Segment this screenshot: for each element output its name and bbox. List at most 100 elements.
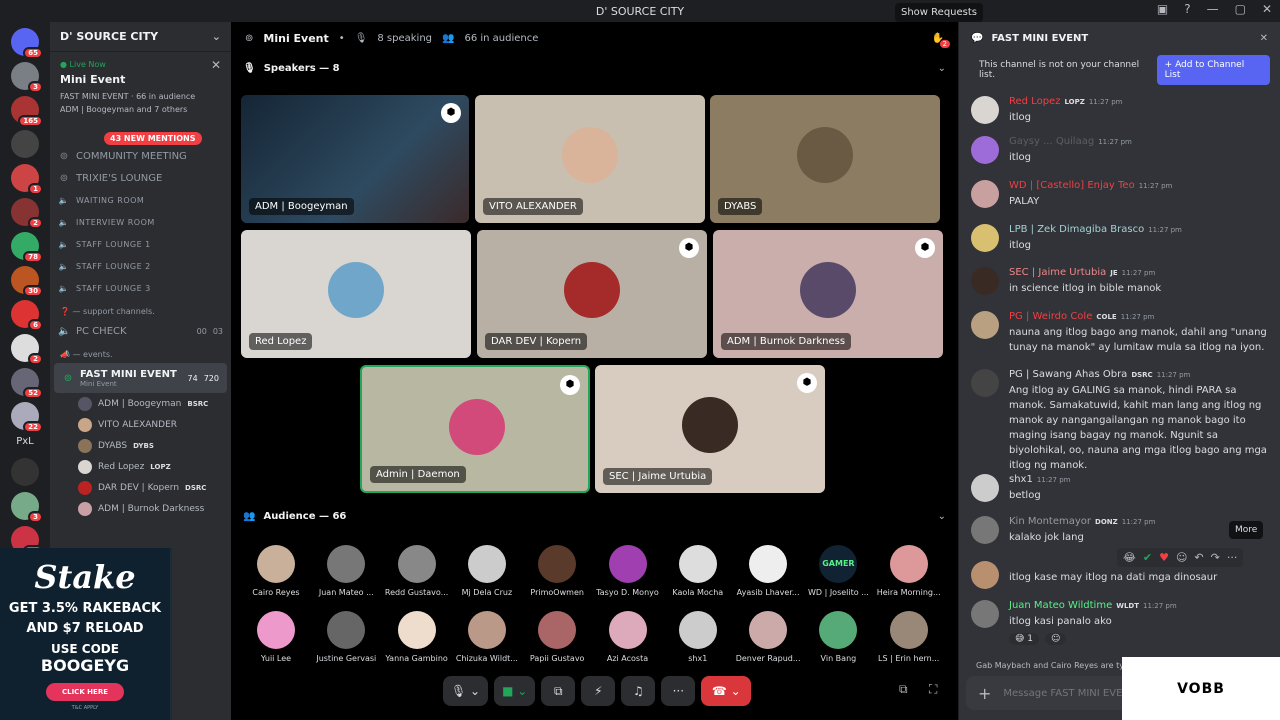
audience-member[interactable]: LS | Erin hern... (874, 611, 944, 663)
message-author[interactable]: SEC | Jaime Urtubia (1009, 267, 1106, 278)
raise-hand-icon[interactable]: ✋ 2 (932, 33, 950, 48)
message-author[interactable]: Red Lopez (1009, 96, 1060, 107)
microphone-button[interactable]: 🎙 ⌄ (443, 676, 489, 706)
voice-user[interactable]: DAR DEV | Kopern DSRC (50, 477, 231, 498)
message-author[interactable]: Gaysy ... Quilaag (1009, 136, 1094, 147)
speaker-tile[interactable]: ⬢ SEC | Jaime Urtubia (595, 365, 825, 493)
reply-icon[interactable]: ↶ (1194, 551, 1203, 564)
add-reaction-icon[interactable]: ☺ (1176, 551, 1187, 564)
chat-message[interactable]: Juan Mateo Wildtime WLDT 11:27 pm itlog kas… (971, 600, 1267, 645)
speaker-tile[interactable]: ⬢ ADM | Boogeyman (241, 95, 469, 223)
category-events[interactable]: 📣 — events. (50, 342, 231, 363)
voice-user[interactable]: Red Lopez LOPZ (50, 456, 231, 477)
channel-item[interactable]: 🔈 STAFF LOUNGE 2 (50, 255, 231, 277)
message-author[interactable]: WD | [Castello] Enjay Teo (1009, 180, 1135, 191)
audience-member[interactable]: GAMER WD | Joselito ... (803, 545, 873, 597)
voice-user[interactable]: ADM | Boogeyman BSRC (50, 393, 231, 414)
speakers-section-header[interactable]: 🎙 Speakers — 8 ⌄ (231, 54, 958, 82)
audience-member[interactable]: Heira Morning... (874, 545, 944, 597)
add-to-channel-list-button[interactable]: + Add to Channel List (1156, 55, 1270, 85)
leave-call-button[interactable]: ☎ ⌄ (701, 676, 752, 706)
audience-member[interactable]: Yuii Lee (241, 611, 311, 663)
camera-button[interactable]: ■ ⌄ (494, 676, 536, 706)
audience-member[interactable]: Yanna Gambino (382, 611, 452, 663)
audience-member[interactable]: Azi Acosta (593, 611, 663, 663)
server-icon[interactable]: 22 (11, 402, 43, 433)
server-icon[interactable] (11, 130, 39, 158)
add-reaction-icon[interactable]: ☺ (1044, 633, 1067, 645)
stake-ad-banner[interactable]: Stake GET 3.5% RAKEBACK AND $7 RELOAD US… (0, 548, 172, 720)
minimize-button[interactable]: — (1207, 2, 1219, 16)
chat-message[interactable]: WD | [Castello] Enjay Teo 11:27 pm PALAY (971, 180, 1267, 209)
reaction-pill[interactable]: 😅 1 (1009, 633, 1039, 645)
chat-message[interactable]: Red Lopez LOPZ 11:27 pm itlog (971, 96, 1267, 125)
server-icon[interactable]: 78 (11, 232, 43, 263)
channel-item[interactable]: 🔈 INTERVIEW ROOM (50, 211, 231, 233)
activity-button[interactable]: ⚡ (581, 676, 616, 706)
chat-message[interactable]: PG | Sawang Ahas Obra DSRC 11:27 pm Ang itl… (971, 369, 1267, 473)
channel-fast-mini-event[interactable]: ⊚ FAST MINI EVENT Mini Event 74 720 (54, 363, 227, 393)
screen-share-button[interactable]: ⧉ (541, 676, 576, 706)
audience-member[interactable]: Ayasib Lhaver... (733, 545, 803, 597)
check-reaction-icon[interactable]: ✔ (1143, 551, 1152, 564)
chat-message[interactable]: PG | Weirdo Cole COLE 11:27 pm nauna ang it… (971, 311, 1267, 355)
message-author[interactable]: PG | Weirdo Cole (1009, 311, 1092, 322)
reaction-icon[interactable]: 😂 (1123, 551, 1136, 564)
ad-cta-button[interactable]: CLICK HERE (45, 683, 124, 701)
category-support[interactable]: ❓ — support channels. (50, 299, 231, 320)
audience-member[interactable]: Kaola Mocha (663, 545, 733, 597)
guild-header[interactable]: D' SOURCE CITY ⌄ (50, 22, 231, 52)
server-icon[interactable]: 1 (11, 164, 43, 195)
inbox-icon[interactable]: ▣ (1157, 2, 1168, 16)
server-icon[interactable]: 2 (11, 334, 43, 365)
fullscreen-icon[interactable]: ⛶ (929, 682, 937, 697)
new-mentions-badge[interactable]: 43 NEW MENTIONS (104, 132, 202, 145)
chat-message[interactable]: Gaysy ... Quilaag 11:27 pm itlog (971, 136, 1267, 165)
server-icon[interactable]: 65 (11, 28, 43, 59)
heart-reaction-icon[interactable]: ♥ (1159, 551, 1169, 564)
chat-message[interactable]: SEC | Jaime Urtubia JE 11:27 pm in science … (971, 267, 1267, 296)
audience-member[interactable]: Redd Gustavo... (382, 545, 452, 597)
live-event-card[interactable]: ● Live Now Mini Event FAST MINI EVENT · … (56, 56, 225, 118)
channel-item[interactable]: ⊚ COMMUNITY MEETING (50, 145, 231, 167)
chat-message[interactable]: LPB | Zek Dimagiba Brasco 11:27 pm itlog (971, 224, 1267, 253)
server-icon[interactable]: 165 (11, 96, 43, 127)
speaker-tile[interactable]: ⬢ ADM | Burnok Darkness (713, 230, 943, 358)
audience-member[interactable]: Mj Dela Cruz (452, 545, 522, 597)
voice-user[interactable]: DYABS DYBS (50, 435, 231, 456)
server-icon[interactable]: 3 (11, 492, 43, 523)
audience-section-header[interactable]: 👥 Audience — 66 ⌄ (231, 502, 958, 530)
more-options-button[interactable]: ··· (661, 676, 696, 706)
plus-icon[interactable]: + (978, 684, 991, 703)
popout-icon[interactable]: ⧉ (899, 682, 908, 697)
server-icon[interactable]: 30 (11, 266, 43, 297)
voice-user[interactable]: ADM | Burnok Darkness (50, 498, 231, 519)
server-icon[interactable] (11, 458, 39, 486)
speaker-tile[interactable]: VITO ALEXANDER (475, 95, 705, 223)
audience-member[interactable]: Chizuka Wildt... (452, 611, 522, 663)
audience-member[interactable]: Juan Mateo ... (311, 545, 381, 597)
message-author[interactable]: Juan Mateo Wildtime (1009, 600, 1112, 611)
channel-item[interactable]: ⊚ TRIXIE'S LOUNGE (50, 167, 231, 189)
audience-member[interactable]: Tasyo D. Monyo (593, 545, 663, 597)
audience-member[interactable]: Justine Gervasi (311, 611, 381, 663)
soundboard-button[interactable]: ♫ (621, 676, 656, 706)
audience-member[interactable]: Papii Gustavo (522, 611, 592, 663)
audience-member[interactable]: PrimoOwmen (522, 545, 592, 597)
speaker-tile[interactable]: DYABS (710, 95, 940, 223)
voice-user[interactable]: VITO ALEXANDER (50, 414, 231, 435)
channel-pc-check[interactable]: 🔈 PC CHECK 00 03 (50, 320, 231, 342)
server-icon[interactable]: 6 (11, 300, 43, 331)
server-icon[interactable]: 52 (11, 368, 43, 399)
chat-message[interactable]: shx1 11:27 pm betlog (971, 474, 1267, 503)
speaker-tile[interactable]: ⬢ DAR DEV | Kopern (477, 230, 707, 358)
audience-member[interactable]: Denver Rapud... (733, 611, 803, 663)
message-author[interactable]: PG | Sawang Ahas Obra (1009, 369, 1127, 380)
chat-message[interactable]: Kin Montemayor DONZ 11:27 pm kalako jok lan… (971, 516, 1267, 545)
audience-member[interactable]: Cairo Reyes (241, 545, 311, 597)
server-icon[interactable]: 3 (11, 62, 43, 93)
message-author[interactable]: Kin Montemayor (1009, 516, 1091, 527)
message-author[interactable]: shx1 (1009, 474, 1033, 485)
more-icon[interactable]: ··· (1227, 551, 1238, 564)
close-icon[interactable]: ✕ (211, 58, 221, 72)
